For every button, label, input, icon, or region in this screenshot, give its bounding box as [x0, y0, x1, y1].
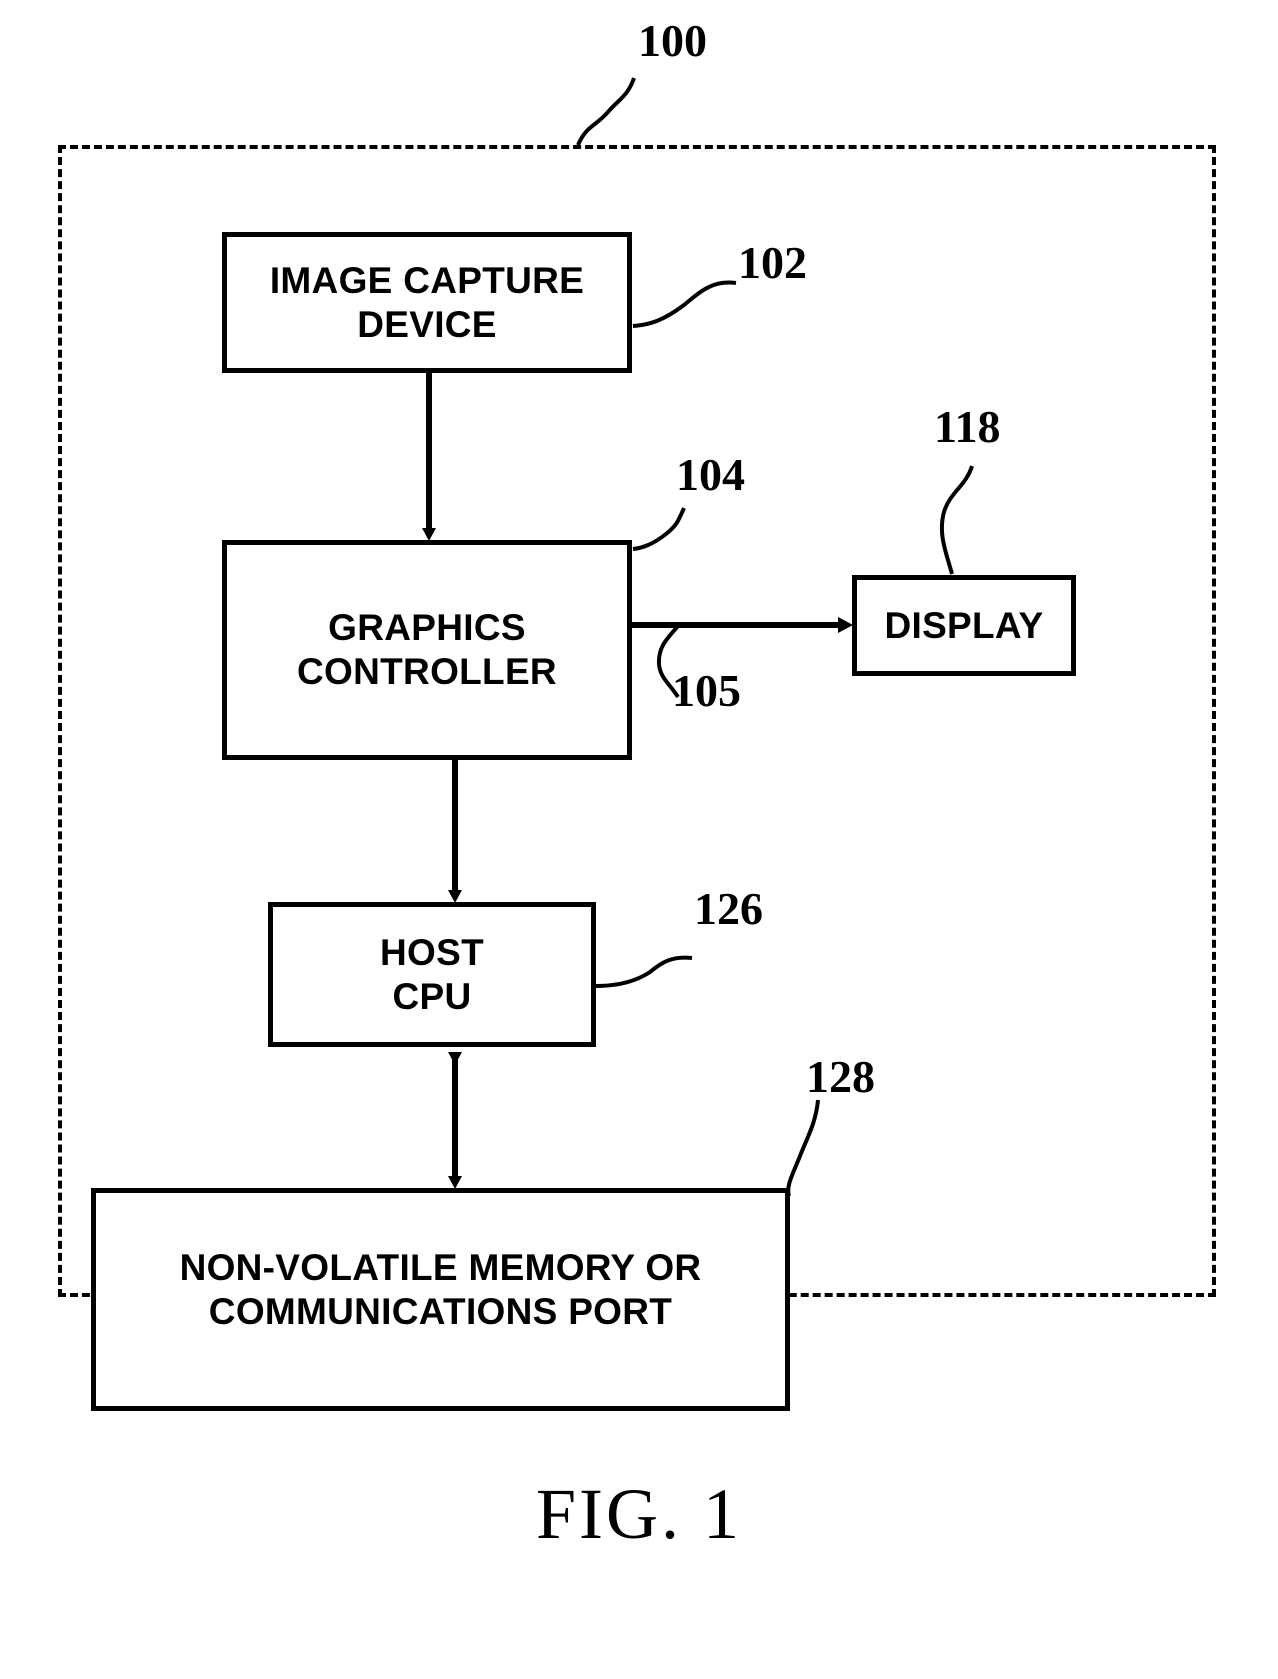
block-graphics-controller-label: GRAPHICS CONTROLLER: [297, 607, 557, 692]
reference-numeral-105: 105: [672, 665, 741, 716]
reference-numeral-100: 100: [638, 15, 707, 66]
block-graphics-controller: GRAPHICS CONTROLLER: [222, 540, 632, 760]
reference-numeral-104: 104: [676, 449, 745, 500]
leader-line-100: [576, 77, 636, 146]
block-host-cpu: HOST CPU: [268, 902, 596, 1047]
reference-numeral-118: 118: [934, 401, 1001, 452]
block-image-capture-device-label: IMAGE CAPTURE DEVICE: [269, 259, 585, 345]
block-display-label: DISPLAY: [884, 604, 1044, 646]
block-image-capture-device: IMAGE CAPTURE DEVICE: [222, 232, 632, 373]
block-non-volatile-memory: NON-VOLATILE MEMORY OR COMMUNICATIONS PO…: [91, 1188, 790, 1411]
block-host-cpu-label: HOST CPU: [380, 931, 484, 1017]
block-non-volatile-memory-label: NON-VOLATILE MEMORY OR COMMUNICATIONS PO…: [179, 1246, 702, 1332]
patent-figure: IMAGE CAPTURE DEVICE GRAPHICS CONTROLLER…: [0, 0, 1278, 1679]
reference-numeral-126: 126: [694, 883, 763, 934]
reference-numeral-102: 102: [738, 237, 807, 288]
block-display: DISPLAY: [852, 575, 1076, 676]
reference-numeral-128: 128: [806, 1051, 875, 1102]
figure-caption: FIG. 1: [535, 1474, 742, 1554]
